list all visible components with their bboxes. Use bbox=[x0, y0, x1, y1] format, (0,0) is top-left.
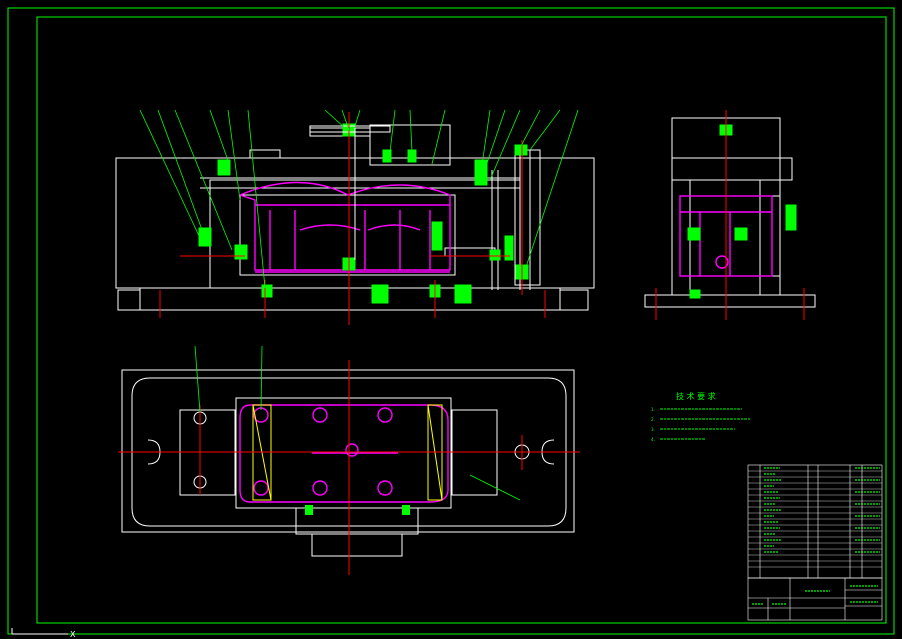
svg-text:X: X bbox=[70, 630, 76, 639]
front-view bbox=[115, 109, 595, 325]
title-block-text-marks bbox=[752, 585, 878, 605]
title-block bbox=[747, 577, 883, 621]
tech-req-item-3: 3. bbox=[651, 427, 655, 432]
top-view bbox=[118, 345, 580, 575]
tech-req-item-2: 2. bbox=[651, 417, 655, 422]
outer-sheet-border bbox=[7, 7, 895, 635]
parts-list-cell-text bbox=[764, 467, 880, 553]
tech-req-item-1: 1. bbox=[651, 407, 655, 412]
cad-drawing-canvas: X 技 术 要 求 1. 2. 3. 4. bbox=[7, 7, 895, 639]
technical-requirements: 技 术 要 求 1. 2. 3. 4. bbox=[651, 391, 750, 442]
side-view bbox=[644, 110, 816, 320]
tech-req-title: 技 术 要 求 bbox=[676, 391, 716, 401]
tech-req-item-4: 4. bbox=[651, 437, 655, 442]
ucs-icon: X bbox=[11, 628, 76, 639]
